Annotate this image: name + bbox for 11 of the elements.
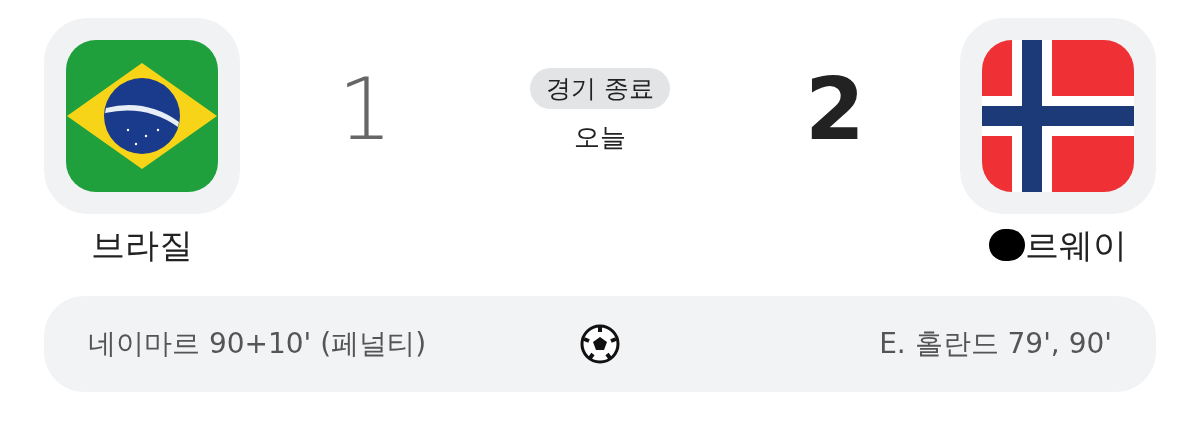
team-name: 르웨이	[1025, 228, 1127, 262]
away-scorers: E. 홀란드 79', 90'	[878, 326, 1112, 362]
match-date: 오늘	[574, 121, 626, 154]
flag-icon	[982, 40, 1134, 192]
home-scorers: 네이마르 90+10' (페널티)	[88, 326, 428, 362]
flag-icon	[66, 40, 218, 192]
team-name: 브라질	[91, 228, 193, 262]
score: 1	[337, 66, 393, 152]
score: 2	[805, 66, 865, 152]
soccer-ball-icon	[580, 324, 620, 364]
status-badge: 경기 종료	[530, 68, 670, 110]
